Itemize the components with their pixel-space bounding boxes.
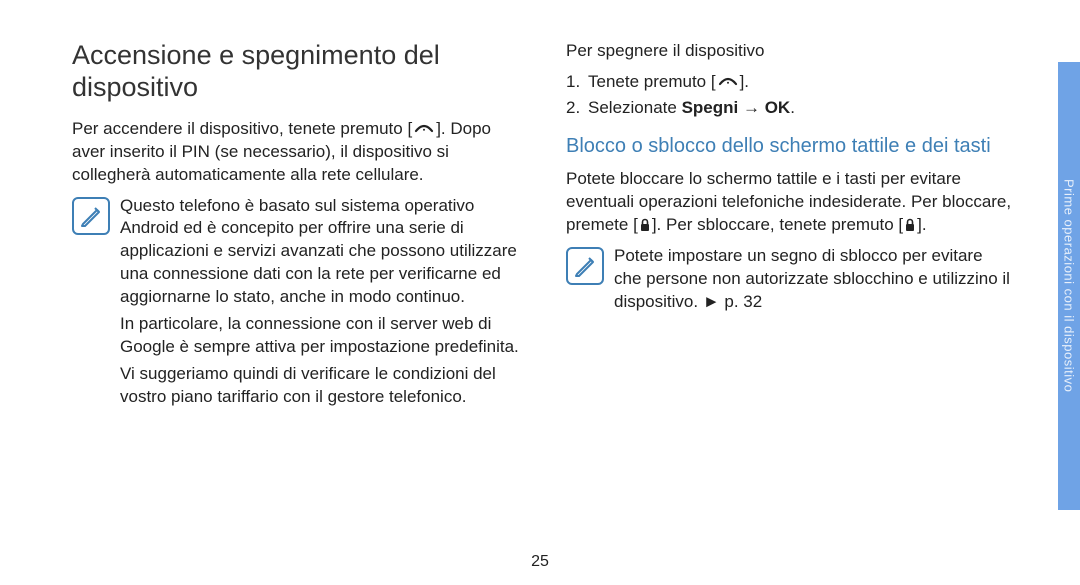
note-icon: [566, 247, 604, 285]
text-fragment: Tenete premuto [: [588, 72, 716, 91]
bold-label: OK: [765, 98, 791, 117]
paragraph-lock: Potete bloccare lo schermo tattile e i t…: [566, 168, 1014, 237]
section-tab: Prime operazioni con il dispositivo: [1058, 0, 1080, 585]
text-fragment: Selezionate: [588, 98, 682, 117]
lock-key-icon: [638, 218, 652, 232]
text-fragment: ].: [917, 215, 926, 234]
text-fragment: .: [790, 98, 795, 117]
note-paragraph: Vi suggeriamo quindi di verificare le co…: [120, 363, 520, 409]
bold-label: Spegni: [682, 98, 739, 117]
note-paragraph: Potete impostare un segno di sblocco per…: [614, 245, 1014, 314]
step-item: Selezionate Spegni → OK.: [566, 95, 1014, 121]
note-paragraph: In particolare, la connessione con il se…: [120, 313, 520, 359]
paragraph-power-on: Per accendere il dispositivo, tenete pre…: [72, 118, 520, 187]
power-end-call-key-icon: [716, 76, 740, 88]
note-paragraph: Questo telefono è basato sul sistema ope…: [120, 195, 520, 310]
page-number: 25: [531, 553, 549, 571]
lock-key-icon: [903, 218, 917, 232]
note-text-block: Questo telefono è basato sul sistema ope…: [120, 195, 520, 413]
note-icon: [72, 197, 110, 235]
text-fragment: Per accendere il dispositivo, tenete pre…: [72, 119, 412, 138]
subsection-heading: Blocco o sblocco dello schermo tattile e…: [566, 134, 1014, 158]
power-end-call-key-icon: [412, 123, 436, 135]
section-tab-label: Prime operazioni con il dispositivo: [1062, 179, 1077, 392]
note-text-block: Potete impostare un segno di sblocco per…: [614, 245, 1014, 318]
paragraph-power-off-intro: Per spegnere il dispositivo: [566, 40, 1014, 63]
steps-list: Tenete premuto []. Selezionate Spegni → …: [566, 69, 1014, 122]
text-fragment: ]. Per sbloccare, tenete premuto [: [652, 215, 903, 234]
section-heading: Accensione e spegnimento del dispositivo: [72, 40, 520, 104]
text-fragment: ].: [740, 72, 749, 91]
step-item: Tenete premuto [].: [566, 69, 1014, 95]
arrow-icon: →: [738, 98, 764, 117]
